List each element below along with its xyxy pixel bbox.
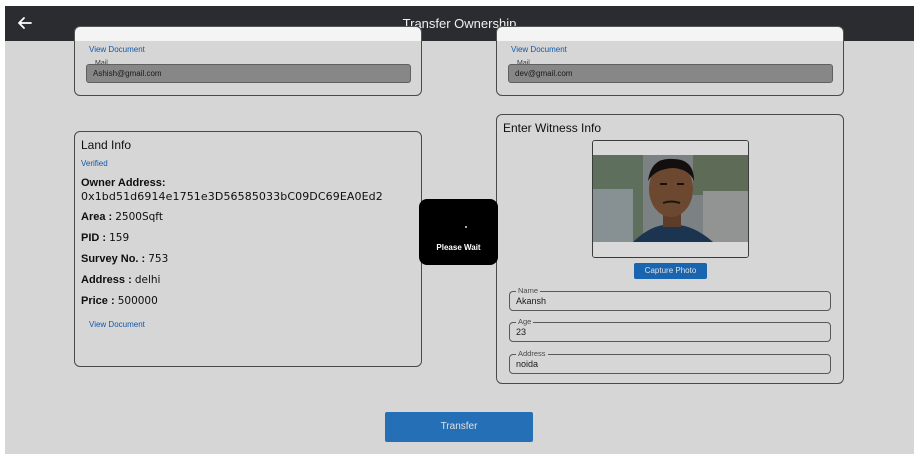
address-value: delhi (134, 274, 161, 286)
buyer-mail-field[interactable]: dev@gmail.com (508, 64, 833, 83)
price-row: Price : 500000 (81, 295, 158, 307)
land-info-title: Land Info (81, 138, 132, 152)
area-row: Area : 2500Sqft (81, 211, 163, 223)
buyer-view-document-link[interactable]: View Document (511, 45, 567, 54)
witness-title: Enter Witness Info (503, 121, 602, 135)
witness-address-value: noida (516, 359, 539, 369)
witness-address-field[interactable]: Address noida (509, 349, 831, 374)
app-screen: Transfer Ownership View Document Mail As… (5, 6, 914, 454)
witness-name-field[interactable]: Name Akansh (509, 286, 831, 311)
witness-age-field[interactable]: Age 23 (509, 317, 831, 342)
survey-value: 753 (148, 253, 169, 265)
witness-address-label: Address (516, 349, 548, 358)
verified-status: Verified (81, 159, 108, 168)
witness-name-label: Name (516, 286, 541, 295)
seller-mail-value: Ashish@gmail.com (93, 69, 162, 78)
area-value: 2500Sqft (115, 211, 163, 223)
owner-address-value: 0x1bd51d6914e1751e3D56585033bC09DC69EA0E… (81, 190, 383, 203)
survey-row: Survey No. : 753 (81, 253, 169, 265)
witness-name-value: Akansh (516, 296, 547, 306)
loading-spinner-icon (465, 226, 467, 228)
address-row: Address : delhi (81, 274, 161, 286)
loading-dialog: Please Wait (419, 199, 498, 265)
land-info-card: Land Info Verified Owner Address: 0x1bd5… (74, 131, 422, 367)
seller-view-document-link[interactable]: View Document (89, 45, 145, 54)
loading-text: Please Wait (436, 243, 481, 252)
buyer-card: View Document Mail dev@gmail.com (496, 26, 844, 96)
land-view-document-link[interactable]: View Document (89, 320, 145, 329)
pid-row: PID : 159 (81, 232, 130, 244)
transfer-button[interactable]: Transfer (385, 412, 533, 442)
witness-age-label: Age (516, 317, 534, 326)
buyer-mail-value: dev@gmail.com (515, 69, 573, 78)
witness-age-value: 23 (516, 327, 527, 337)
pid-value: 159 (109, 232, 130, 244)
seller-mail-field[interactable]: Ashish@gmail.com (86, 64, 411, 83)
owner-address-label: Owner Address: (81, 177, 166, 189)
witness-photo (592, 140, 749, 258)
capture-photo-button[interactable]: Capture Photo (634, 263, 707, 279)
price-value: 500000 (117, 295, 158, 307)
witness-card: Enter Witness Info Capture Photo Name Ak… (496, 114, 844, 384)
seller-card: View Document Mail Ashish@gmail.com (74, 26, 422, 96)
